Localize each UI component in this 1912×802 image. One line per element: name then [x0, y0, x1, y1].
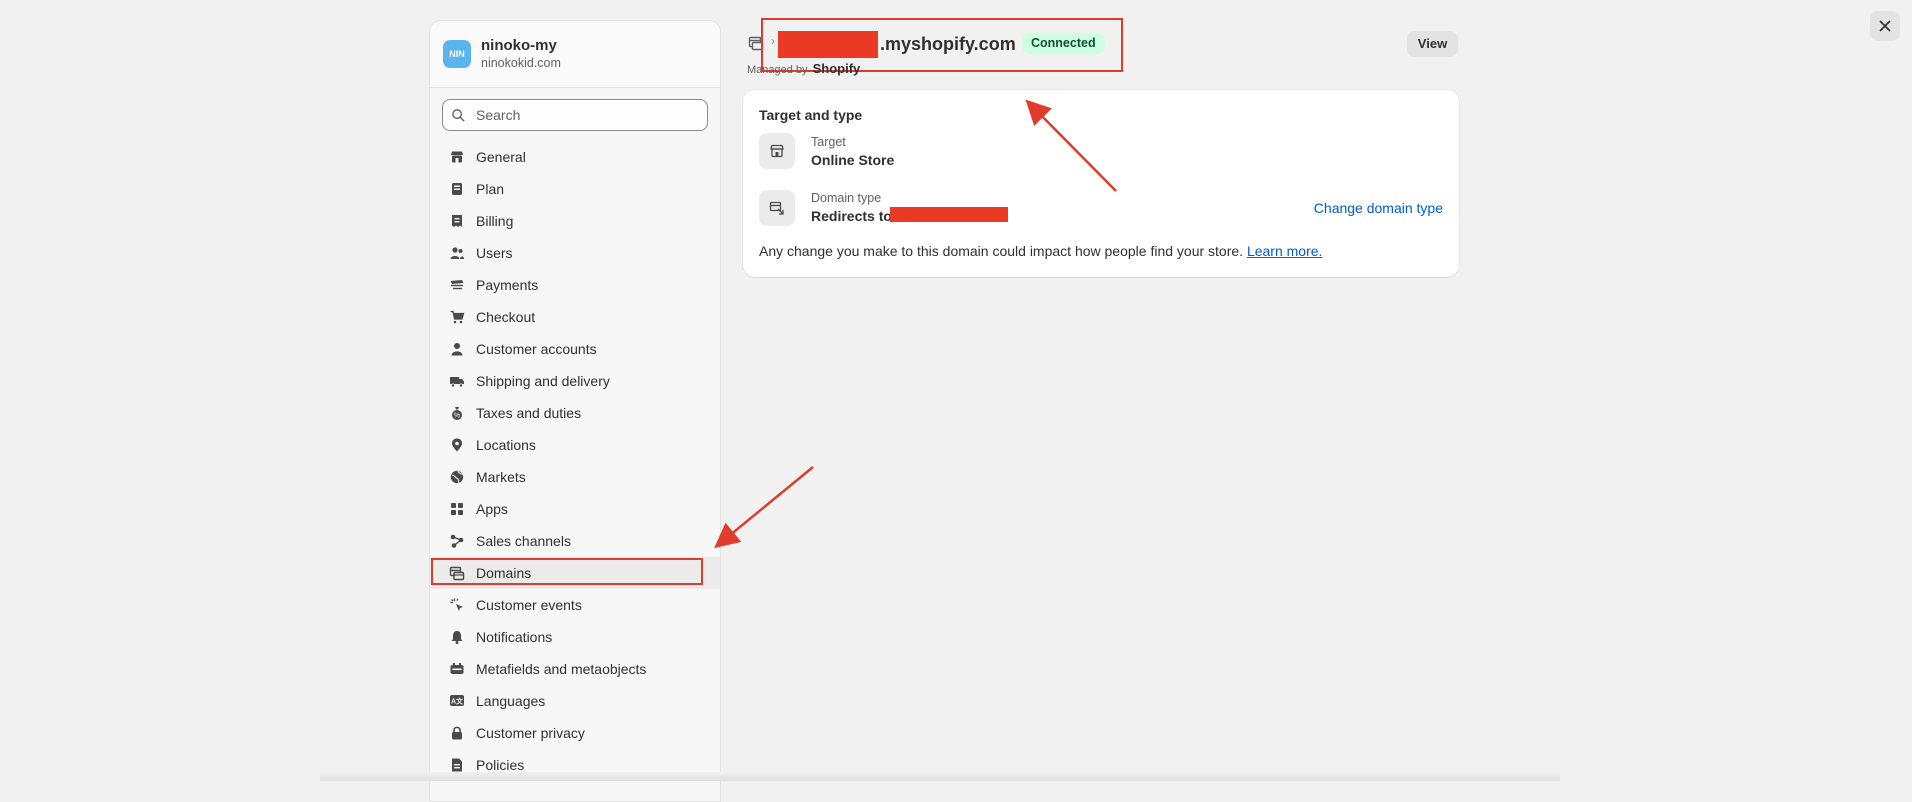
arrow-to-title [1025, 99, 1117, 192]
arrow-to-domains [714, 466, 814, 549]
bottom-shadow [320, 772, 1560, 781]
annotation-arrows [714, 99, 1117, 549]
